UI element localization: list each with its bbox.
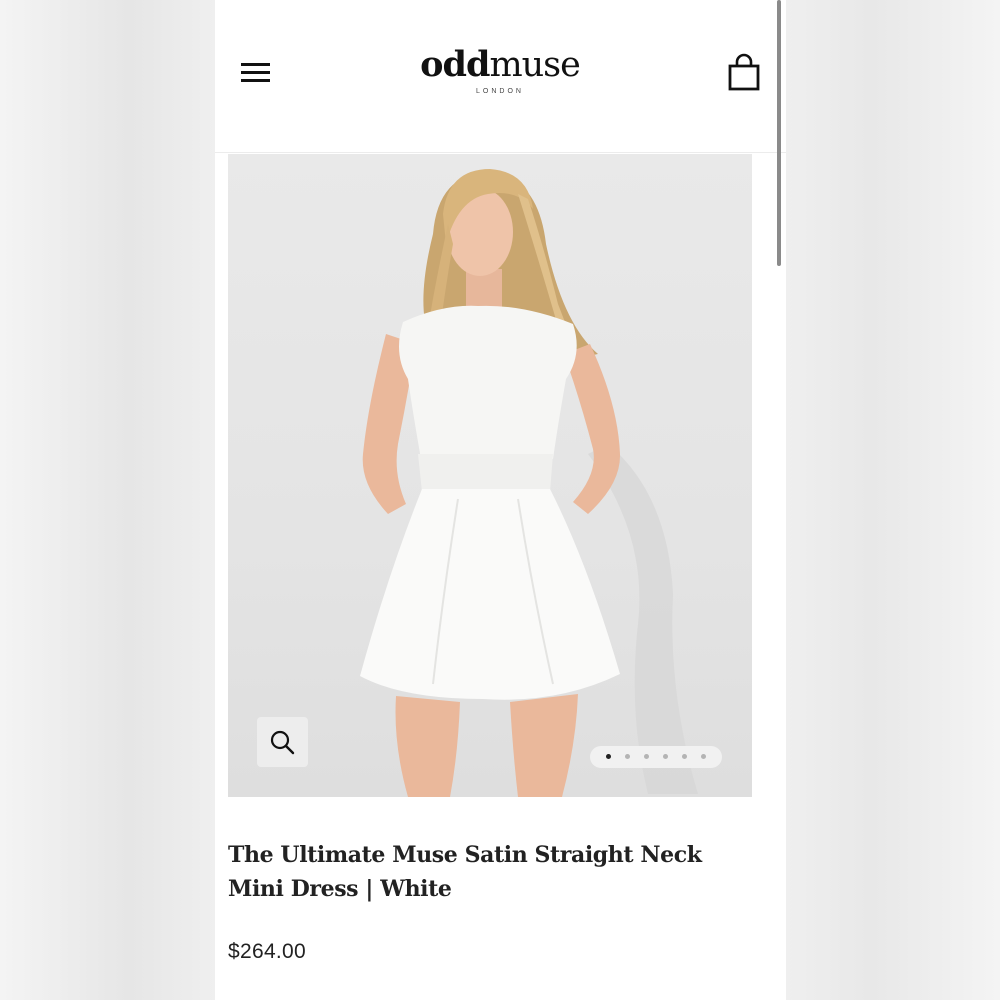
logo-wordmark: oddmuse bbox=[420, 44, 581, 85]
slide-dot[interactable] bbox=[644, 754, 649, 759]
logo-subtitle: LONDON bbox=[476, 88, 524, 95]
slide-dot[interactable] bbox=[701, 754, 706, 759]
product-image-gallery[interactable] bbox=[228, 154, 752, 797]
menu-button[interactable] bbox=[239, 58, 273, 86]
product-photo bbox=[360, 169, 698, 797]
product-title: The Ultimate Muse Satin Straight Neck Mi… bbox=[228, 842, 702, 902]
site-header: oddmuse LONDON bbox=[215, 0, 786, 153]
slide-dot[interactable] bbox=[663, 754, 668, 759]
product-price: $264.00 bbox=[228, 940, 307, 963]
slide-indicator bbox=[590, 746, 722, 768]
site-logo[interactable]: oddmuse LONDON bbox=[400, 44, 600, 104]
zoom-button[interactable] bbox=[257, 717, 308, 767]
background-left bbox=[0, 0, 215, 1000]
page-scrollbar[interactable] bbox=[777, 0, 781, 266]
slide-dot[interactable] bbox=[682, 754, 687, 759]
cart-button[interactable] bbox=[726, 52, 762, 94]
shopping-bag-icon bbox=[728, 53, 760, 91]
magnifier-icon bbox=[270, 730, 295, 755]
background-right bbox=[786, 0, 1000, 1000]
slide-dot[interactable] bbox=[625, 754, 630, 759]
mobile-page: oddmuse LONDON The Ultimate Muse Satin S… bbox=[215, 0, 786, 1000]
slide-dot[interactable] bbox=[606, 754, 611, 759]
